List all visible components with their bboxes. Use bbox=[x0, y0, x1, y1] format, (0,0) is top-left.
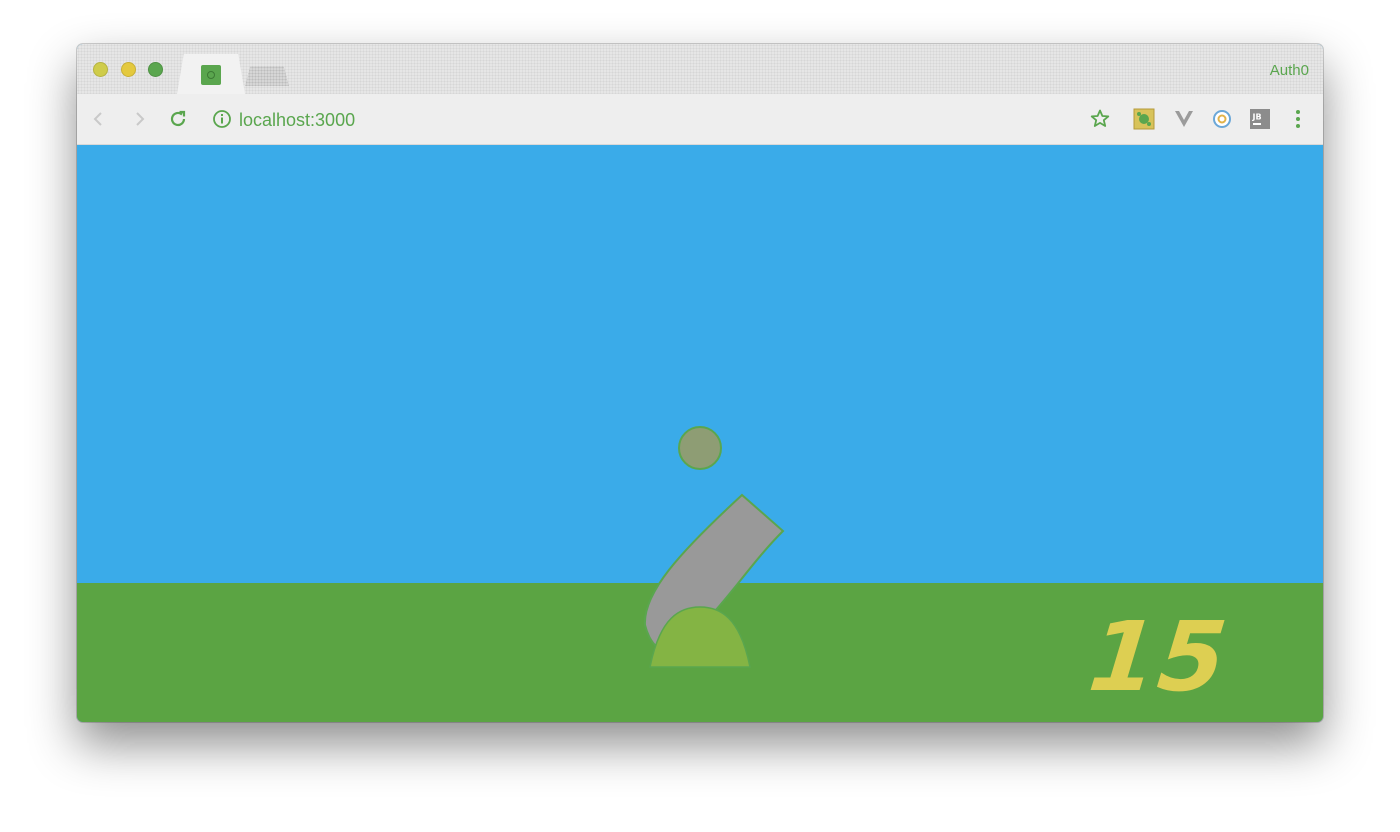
browser-window: Auth0 localhost:3000 JB 15 bbox=[77, 44, 1323, 722]
reload-icon[interactable] bbox=[167, 108, 189, 130]
tab-active[interactable] bbox=[177, 54, 245, 94]
info-icon[interactable] bbox=[212, 109, 232, 129]
tab-strip: Auth0 bbox=[77, 44, 1323, 94]
browser-toolbar: localhost:3000 JB bbox=[77, 94, 1323, 145]
profile-label[interactable]: Auth0 bbox=[1270, 62, 1309, 79]
svg-text:JB: JB bbox=[1252, 113, 1262, 122]
back-icon[interactable] bbox=[87, 108, 109, 130]
jetbrains-icon[interactable]: JB bbox=[1249, 108, 1271, 130]
extension-icon[interactable] bbox=[1211, 108, 1233, 130]
maximize-window-button[interactable] bbox=[148, 62, 163, 77]
address-bar-url[interactable]: localhost:3000 bbox=[239, 110, 355, 131]
menu-icon[interactable] bbox=[1287, 108, 1309, 130]
vue-devtools-icon[interactable] bbox=[1173, 108, 1195, 130]
minimize-window-button[interactable] bbox=[121, 62, 136, 77]
extension-icon[interactable] bbox=[1133, 108, 1155, 130]
new-tab-button[interactable] bbox=[245, 66, 289, 86]
star-icon[interactable] bbox=[1089, 108, 1111, 130]
game-canvas[interactable]: 15 bbox=[77, 145, 1323, 722]
cannon-ball bbox=[678, 426, 722, 470]
score-counter: 15 bbox=[1084, 601, 1234, 713]
game-favicon-icon bbox=[201, 65, 221, 85]
close-window-button[interactable] bbox=[93, 62, 108, 77]
forward-icon[interactable] bbox=[129, 108, 151, 130]
